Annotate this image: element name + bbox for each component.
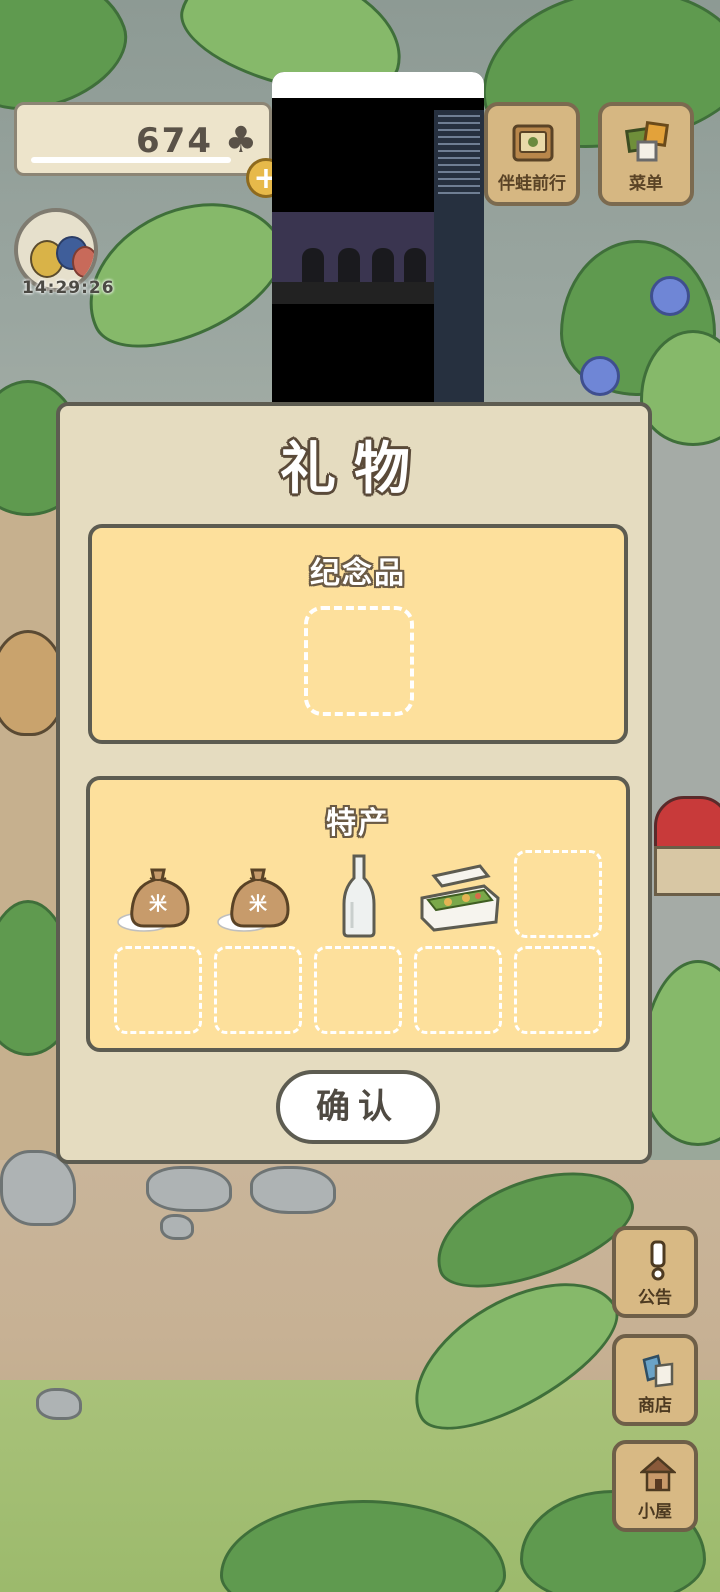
notebook-icon <box>512 124 554 162</box>
specialty-panel: 特产 米 米 <box>86 776 630 1052</box>
specialty-title: 特产 <box>326 806 390 841</box>
souvenir-panel: 纪念品 <box>88 524 628 744</box>
specialty-slot-empty[interactable] <box>314 946 402 1034</box>
rice-sack-item[interactable]: 米 <box>214 852 304 942</box>
notice-button-label: 公告 <box>638 1288 672 1308</box>
shop-bags-icon <box>642 1354 674 1388</box>
shop-button-label: 商店 <box>638 1396 672 1416</box>
glass-bottle-item[interactable] <box>314 852 404 942</box>
travel-with-frog-button[interactable]: 伴蛙前行 <box>484 102 580 206</box>
stone <box>160 1214 194 1240</box>
stone <box>146 1166 232 1212</box>
morning-glory-flower <box>580 356 620 396</box>
specialty-slot-empty[interactable] <box>114 946 202 1034</box>
specialty-slot-empty[interactable] <box>414 946 502 1034</box>
notice-button[interactable]: 公告 <box>612 1226 698 1318</box>
house-icon <box>640 1456 676 1492</box>
clover-count: 674 <box>136 121 213 161</box>
clover-icon: ♣ <box>224 120 257 161</box>
stone <box>250 1166 336 1214</box>
menu-button[interactable]: 菜单 <box>598 102 694 206</box>
video-thumbnails <box>272 282 434 304</box>
svg-text:米: 米 <box>249 893 268 915</box>
mailbox <box>654 796 720 852</box>
floating-video-window[interactable] <box>272 72 484 422</box>
dialog-title: 礼物 <box>280 437 428 502</box>
gift-dialog: 礼物 纪念品 特产 米 米 确认 <box>56 402 652 1164</box>
menu-cards-icon <box>625 121 669 162</box>
clover-bar <box>31 157 231 163</box>
video-window-header <box>272 72 484 98</box>
stone <box>36 1388 82 1420</box>
menu-button-label: 菜单 <box>629 174 663 194</box>
travel-button-label: 伴蛙前行 <box>498 174 566 194</box>
confirm-button[interactable]: 确认 <box>276 1070 440 1144</box>
specialty-slot-empty[interactable] <box>214 946 302 1034</box>
morning-glory-flower <box>650 276 690 316</box>
souvenir-slot[interactable] <box>304 606 414 716</box>
rice-sack-item[interactable]: 米 <box>114 852 204 942</box>
specialty-slot-empty[interactable] <box>514 946 602 1034</box>
house-button[interactable]: 小屋 <box>612 1440 698 1532</box>
svg-text:米: 米 <box>149 893 168 915</box>
souvenir-title: 纪念品 <box>310 556 406 591</box>
video-chat-panel <box>434 110 484 402</box>
mailbox-post <box>654 846 720 896</box>
house-button-label: 小屋 <box>638 1502 672 1522</box>
exclamation-icon <box>650 1240 666 1281</box>
clover-counter: 674 ♣ <box>14 102 272 176</box>
specialty-slot-empty[interactable] <box>514 850 602 938</box>
shop-button[interactable]: 商店 <box>612 1334 698 1426</box>
timer-text: 14:29:26 <box>22 278 115 298</box>
bento-box-item[interactable] <box>414 852 504 942</box>
